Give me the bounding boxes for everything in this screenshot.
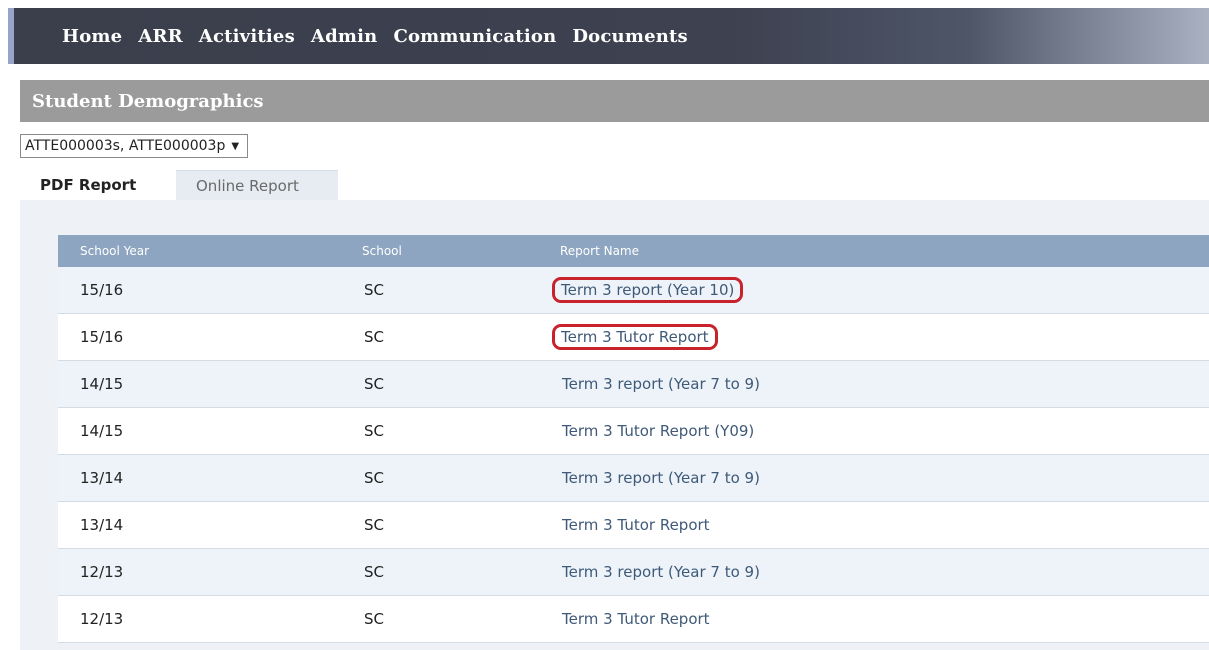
student-select-value: ATTE000003s, ATTE000003p xyxy=(25,138,226,154)
cell-school-year: 15/16 xyxy=(80,328,124,346)
table-row: 15/16 SC Term 3 report (Year 10) xyxy=(58,267,1209,314)
report-link[interactable]: Term 3 Tutor Report xyxy=(552,324,718,350)
table-row: 12/13 SC Term 3 report (Year 7 to 9) xyxy=(58,549,1209,596)
table-row: 13/14 SC Term 3 report (Year 7 to 9) xyxy=(58,455,1209,502)
cell-school: SC xyxy=(364,563,384,581)
report-link[interactable]: Term 3 report (Year 7 to 9) xyxy=(562,563,760,581)
section-title: Student Demographics xyxy=(32,90,264,112)
section-header: Student Demographics xyxy=(20,80,1209,122)
nav-home[interactable]: Home xyxy=(62,26,122,47)
column-header-report-name[interactable]: Report Name xyxy=(560,244,1209,258)
column-header-school[interactable]: School xyxy=(362,244,560,258)
table-row: 13/14 SC Term 3 Tutor Report xyxy=(58,502,1209,549)
dropdown-arrow-icon: ▼ xyxy=(231,140,240,152)
cell-school: SC xyxy=(364,469,384,487)
cell-school: SC xyxy=(364,281,384,299)
tab-pdf-report[interactable]: PDF Report xyxy=(20,170,176,200)
cell-school-year: 15/16 xyxy=(80,281,124,299)
cell-school-year: 12/13 xyxy=(80,610,124,628)
report-link[interactable]: Term 3 report (Year 10) xyxy=(552,277,744,303)
report-link[interactable]: Term 3 Tutor Report xyxy=(562,516,710,534)
report-link[interactable]: Term 3 Tutor Report (Y09) xyxy=(562,422,754,440)
nav-activities[interactable]: Activities xyxy=(199,26,295,47)
nav-admin[interactable]: Admin xyxy=(311,26,378,47)
report-link[interactable]: Term 3 report (Year 7 to 9) xyxy=(562,375,760,393)
cell-school: SC xyxy=(364,422,384,440)
reports-table: School Year School Report Name 15/16 SC … xyxy=(58,235,1209,643)
student-select[interactable]: ATTE000003s, ATTE000003p ▼ xyxy=(20,134,249,158)
nav-communication[interactable]: Communication xyxy=(393,26,556,47)
cell-school: SC xyxy=(364,375,384,393)
top-navigation: Home ARR Activities Admin Communication … xyxy=(8,8,1209,64)
table-row: 12/13 SC Term 3 Tutor Report xyxy=(58,596,1209,643)
tab-online-report[interactable]: Online Report xyxy=(176,170,338,200)
report-link[interactable]: Term 3 Tutor Report xyxy=(562,610,710,628)
cell-school-year: 12/13 xyxy=(80,563,124,581)
report-tabs: PDF Report Online Report xyxy=(20,170,338,200)
cell-school: SC xyxy=(364,516,384,534)
report-link[interactable]: Term 3 report (Year 7 to 9) xyxy=(562,469,760,487)
table-header: School Year School Report Name xyxy=(58,235,1209,267)
table-row: 14/15 SC Term 3 report (Year 7 to 9) xyxy=(58,361,1209,408)
cell-school: SC xyxy=(364,328,384,346)
table-row: 14/15 SC Term 3 Tutor Report (Y09) xyxy=(58,408,1209,455)
cell-school-year: 14/15 xyxy=(80,422,124,440)
column-header-school-year[interactable]: School Year xyxy=(58,244,362,258)
cell-school-year: 14/15 xyxy=(80,375,124,393)
cell-school: SC xyxy=(364,610,384,628)
cell-school-year: 13/14 xyxy=(80,516,124,534)
tab-pdf-report-label: PDF Report xyxy=(40,176,137,194)
nav-arr[interactable]: ARR xyxy=(138,26,182,47)
cell-school-year: 13/14 xyxy=(80,469,124,487)
table-row: 15/16 SC Term 3 Tutor Report xyxy=(58,314,1209,361)
tab-online-report-label: Online Report xyxy=(196,176,299,195)
nav-documents[interactable]: Documents xyxy=(572,26,688,47)
